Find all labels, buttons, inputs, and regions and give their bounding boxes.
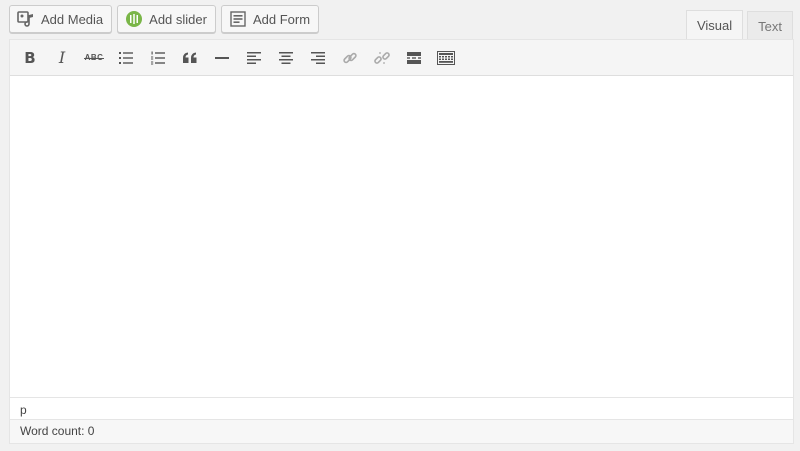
editor-content-area[interactable] <box>10 76 793 397</box>
path-element-p[interactable]: p <box>20 403 27 417</box>
add-form-label: Add Form <box>252 11 311 27</box>
strikethrough-icon: ABC <box>83 53 105 62</box>
align-left-button[interactable] <box>238 43 270 73</box>
horizontal-line-icon <box>215 56 229 59</box>
bold-icon: B <box>24 48 36 67</box>
align-right-button[interactable] <box>302 43 334 73</box>
toolbar-toggle-button[interactable] <box>430 43 462 73</box>
media-icon <box>17 10 35 28</box>
editor-tabs: Visual Text <box>685 10 793 40</box>
strikethrough-button[interactable]: ABC <box>78 43 110 73</box>
add-media-button[interactable]: Add Media <box>9 5 113 33</box>
numbered-list-button[interactable] <box>142 43 174 73</box>
horizontal-line-button[interactable] <box>206 43 238 73</box>
word-count: Word count: 0 <box>20 424 95 438</box>
unlink-icon <box>374 51 390 64</box>
editor-toolbar: B I ABC <box>10 40 793 76</box>
read-more-icon <box>407 51 421 64</box>
align-center-icon <box>279 51 293 64</box>
tab-text[interactable]: Text <box>747 11 793 40</box>
numbered-list-icon <box>151 51 165 64</box>
read-more-button[interactable] <box>398 43 430 73</box>
link-icon <box>343 52 357 63</box>
italic-icon: I <box>58 48 66 67</box>
element-path: p <box>10 397 793 419</box>
align-center-button[interactable] <box>270 43 302 73</box>
tab-visual[interactable]: Visual <box>685 10 744 40</box>
add-form-button[interactable]: Add Form <box>220 5 320 33</box>
quote-icon <box>183 52 197 63</box>
align-right-icon <box>311 51 325 64</box>
keyboard-icon <box>437 50 455 65</box>
slider-icon <box>125 10 143 28</box>
remove-link-button[interactable] <box>366 43 398 73</box>
add-slider-button[interactable]: Add slider <box>117 5 216 33</box>
bullet-list-icon <box>119 51 133 64</box>
insert-link-button[interactable] <box>334 43 366 73</box>
blockquote-button[interactable] <box>174 43 206 73</box>
align-left-icon <box>247 51 261 64</box>
add-slider-label: Add slider <box>149 11 207 27</box>
form-icon <box>229 10 247 28</box>
bold-button[interactable]: B <box>14 43 46 73</box>
bullet-list-button[interactable] <box>110 43 142 73</box>
media-buttons: Add Media Add slider Add Form <box>9 5 320 33</box>
italic-button[interactable]: I <box>46 43 78 73</box>
editor: B I ABC p Word count: 0 <box>9 39 794 444</box>
status-bar: Word count: 0 <box>10 419 793 443</box>
add-media-label: Add Media <box>41 11 104 27</box>
